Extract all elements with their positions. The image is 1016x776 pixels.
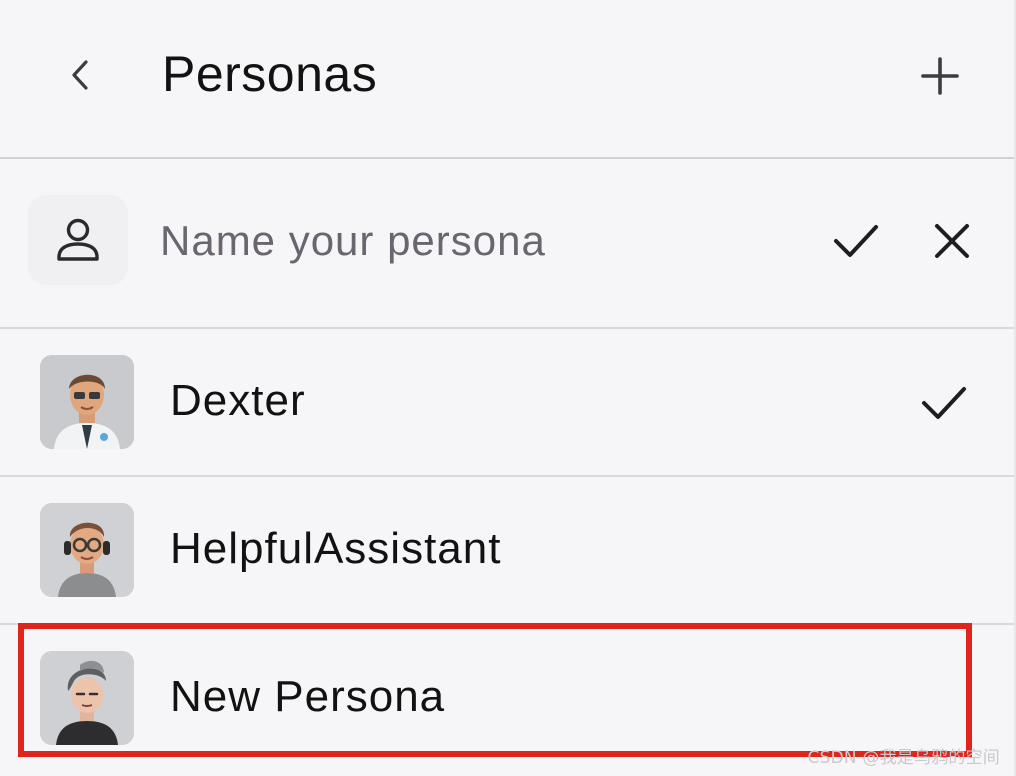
persona-name: Dexter — [170, 376, 306, 425]
persona-name-input[interactable] — [160, 209, 760, 273]
watermark: CSDN @我是乌鸦的空间 — [807, 748, 1000, 768]
persona-row-helpfulassistant[interactable]: HelpfulAssistant — [0, 477, 1014, 625]
person-icon — [57, 218, 99, 261]
add-persona-button[interactable] — [918, 54, 962, 98]
personas-panel: Personas Name your persona Dexter Helpfu… — [0, 0, 1016, 776]
back-button[interactable] — [62, 54, 98, 96]
confirm-name-button[interactable] — [832, 217, 880, 265]
checkmark-icon — [922, 387, 966, 419]
header: Personas — [0, 0, 1014, 159]
persona-name: HelpfulAssistant — [170, 524, 502, 573]
cancel-name-button[interactable] — [928, 217, 976, 265]
chevron-left-icon — [72, 60, 88, 90]
plus-icon — [921, 57, 959, 95]
close-icon — [935, 224, 969, 258]
avatar — [40, 355, 134, 449]
headset-avatar-icon — [40, 503, 134, 597]
punk-avatar-icon — [40, 651, 134, 745]
avatar — [40, 503, 134, 597]
selected-indicator — [918, 381, 970, 425]
page-title: Personas — [162, 46, 378, 102]
checkmark-icon — [834, 225, 878, 257]
avatar — [40, 651, 134, 745]
persona-name: New Persona — [170, 672, 446, 721]
new-persona-name-row — [0, 159, 1014, 329]
person-icon-box — [28, 195, 128, 285]
doctor-avatar-icon — [40, 355, 134, 449]
persona-row-dexter[interactable]: Dexter — [0, 329, 1014, 477]
